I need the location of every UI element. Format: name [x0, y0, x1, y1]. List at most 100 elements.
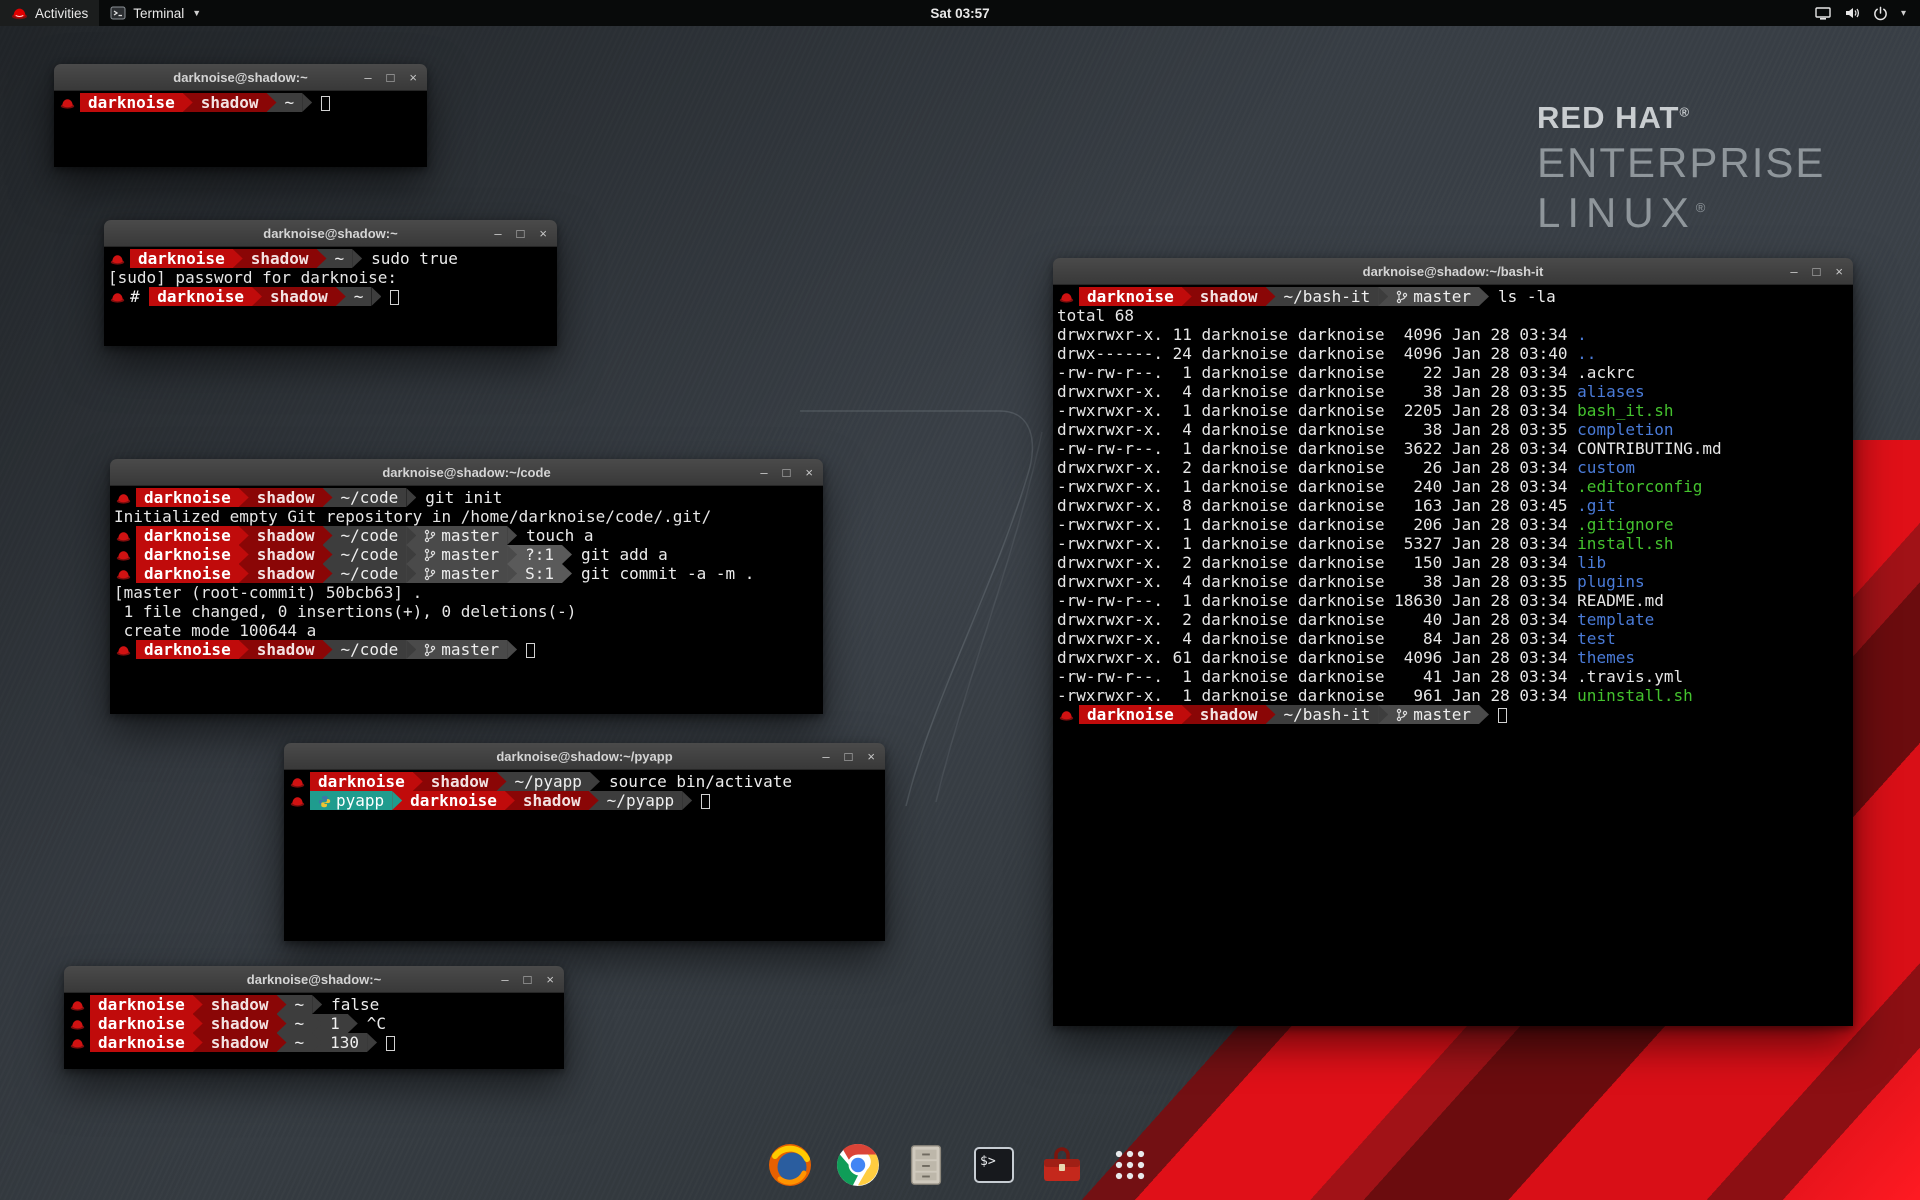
- prompt-segment-user: darknoise: [136, 640, 239, 659]
- system-tray[interactable]: ▾: [1801, 0, 1920, 26]
- svg-text:$>: $>: [980, 1154, 996, 1169]
- dock-chrome-icon[interactable]: [831, 1138, 885, 1192]
- prompt-separator-arrow: [590, 772, 600, 791]
- terminal-body[interactable]: darknoiseshadow~: [54, 91, 427, 167]
- minimize-button[interactable]: –: [1790, 265, 1797, 278]
- prompt-segment-path: ~/code: [333, 640, 407, 659]
- volume-icon[interactable]: [1844, 6, 1860, 20]
- dock-firefox-icon[interactable]: [763, 1138, 817, 1192]
- window-title: darknoise@shadow:~/bash-it: [1363, 264, 1544, 279]
- clock[interactable]: Sat 03:57: [930, 6, 989, 21]
- terminal-output-line: drwxrwxr-x. 8 darknoise darknoise 163 Ja…: [1057, 496, 1849, 515]
- maximize-button[interactable]: □: [1813, 265, 1821, 278]
- terminal-body[interactable]: darknoiseshadow~falsedarknoiseshadow~1^C…: [64, 993, 564, 1069]
- prompt-segment-path: ~/code: [333, 545, 407, 564]
- app-menu-terminal[interactable]: Terminal ▼: [99, 0, 212, 26]
- terminal-body[interactable]: darknoiseshadow~/codegit initInitialized…: [110, 486, 823, 714]
- output-text-dir: themes: [1577, 648, 1635, 667]
- caret-down-icon[interactable]: ▾: [1901, 8, 1906, 19]
- prompt-separator-arrow: [1266, 705, 1276, 724]
- command-text: false: [331, 995, 379, 1014]
- prompt-segment-path: ~/code: [333, 488, 407, 507]
- activities-label: Activities: [35, 6, 88, 21]
- minimize-button[interactable]: –: [364, 71, 371, 84]
- dock-app-grid-icon[interactable]: [1103, 1138, 1157, 1192]
- terminal-output-line: -rwxrwxr-x. 1 darknoise darknoise 206 Ja…: [1057, 515, 1849, 534]
- window-titlebar[interactable]: darknoise@shadow:~–□×: [64, 966, 564, 993]
- branch-icon: [1396, 289, 1408, 308]
- redhat-prompt-icon: [1059, 288, 1074, 307]
- minimize-button[interactable]: –: [822, 750, 829, 763]
- prompt-segment-venv: pyapp: [310, 791, 392, 810]
- minimize-button[interactable]: –: [760, 466, 767, 479]
- prompt-separator-arrow: [193, 995, 203, 1014]
- prompt-segment-user: darknoise: [90, 1014, 193, 1033]
- dock-toolbox-icon[interactable]: [1035, 1138, 1089, 1192]
- window-titlebar[interactable]: darknoise@shadow:~–□×: [104, 220, 557, 247]
- dock-files-icon[interactable]: [899, 1138, 953, 1192]
- prompt-segment-user: darknoise: [136, 564, 239, 583]
- terminal-output-line: drwxrwxr-x. 2 darknoise darknoise 150 Ja…: [1057, 553, 1849, 572]
- prompt-segment-user: darknoise: [80, 93, 183, 112]
- branch-icon: [424, 566, 436, 585]
- terminal-body[interactable]: darknoiseshadow~sudo true[sudo] password…: [104, 247, 557, 346]
- window-titlebar[interactable]: darknoise@shadow:~/code – □ ×: [110, 459, 823, 486]
- maximize-button[interactable]: □: [783, 466, 791, 479]
- minimize-button[interactable]: –: [501, 973, 508, 986]
- prompt-separator-arrow: [352, 249, 362, 268]
- close-button[interactable]: ×: [409, 71, 417, 84]
- brand-linux: LINUX®: [1537, 189, 1825, 237]
- prompt-separator-arrow: [562, 545, 572, 564]
- minimize-button[interactable]: –: [494, 227, 501, 240]
- terminal-body[interactable]: darknoiseshadow~/bash-itmasterls -latota…: [1053, 285, 1853, 1026]
- output-text-plain: -rwxrwxr-x. 1 darknoise darknoise 2205 J…: [1057, 401, 1577, 420]
- terminal-body[interactable]: darknoiseshadow~/pyappsource bin/activat…: [284, 770, 885, 941]
- prompt-segment-path: ~: [327, 249, 353, 268]
- prompt-segment-host: shadow: [515, 791, 589, 810]
- maximize-button[interactable]: □: [845, 750, 853, 763]
- dock-terminal-icon[interactable]: $>: [967, 1138, 1021, 1192]
- prompt-segment-path: ~/code: [333, 564, 407, 583]
- window-titlebar[interactable]: darknoise@shadow:~/bash-it – □ ×: [1053, 258, 1853, 285]
- caret-down-icon: ▼: [192, 8, 201, 18]
- close-button[interactable]: ×: [546, 973, 554, 986]
- close-button[interactable]: ×: [805, 466, 813, 479]
- close-button[interactable]: ×: [1835, 265, 1843, 278]
- activities-button[interactable]: Activities: [0, 0, 99, 26]
- output-text-dir: .git: [1577, 496, 1616, 515]
- output-text-plain: -rw-rw-r--. 1 darknoise darknoise 3622 J…: [1057, 439, 1577, 458]
- redhat-prompt-icon: [290, 792, 305, 811]
- prompt-separator-arrow: [233, 249, 243, 268]
- output-text-dir: plugins: [1577, 572, 1644, 591]
- prompt-separator-arrow: [239, 545, 249, 564]
- prompt-separator-arrow: [277, 1014, 287, 1033]
- python-icon: [318, 793, 331, 812]
- maximize-button[interactable]: □: [517, 227, 525, 240]
- prompt-separator-arrow: [323, 564, 333, 583]
- close-button[interactable]: ×: [539, 227, 547, 240]
- prompt-separator-arrow: [239, 640, 249, 659]
- prompt-separator-arrow: [1479, 705, 1489, 724]
- prompt-separator-arrow: [507, 545, 517, 564]
- prompt-separator-arrow: [193, 1014, 203, 1033]
- redhat-prompt-icon: [116, 489, 131, 508]
- maximize-button[interactable]: □: [387, 71, 395, 84]
- terminal-output-line: -rw-rw-r--. 1 darknoise darknoise 3622 J…: [1057, 439, 1849, 458]
- terminal-output-line: -rw-rw-r--. 1 darknoise darknoise 41 Jan…: [1057, 667, 1849, 686]
- window-title: darknoise@shadow:~: [173, 70, 307, 85]
- prompt-separator-arrow: [239, 564, 249, 583]
- maximize-button[interactable]: □: [524, 973, 532, 986]
- terminal-window: darknoise@shadow:~/pyapp–□×darknoiseshad…: [284, 743, 885, 941]
- prompt-separator-arrow: [317, 249, 327, 268]
- terminal-output-line: -rwxrwxr-x. 1 darknoise darknoise 2205 J…: [1057, 401, 1849, 420]
- window-title: darknoise@shadow:~/code: [382, 465, 550, 480]
- terminal-prompt-line: darknoiseshadow~sudo true: [108, 249, 553, 268]
- window-titlebar[interactable]: darknoise@shadow:~ – □ ×: [54, 64, 427, 91]
- display-icon[interactable]: [1815, 6, 1831, 21]
- close-button[interactable]: ×: [867, 750, 875, 763]
- power-icon[interactable]: [1873, 6, 1888, 21]
- prompt-segment-path: ~: [287, 1014, 313, 1033]
- window-titlebar[interactable]: darknoise@shadow:~/pyapp–□×: [284, 743, 885, 770]
- terminal-prompt-line: darknoiseshadow~/bash-itmasterls -la: [1057, 287, 1849, 306]
- terminal-cursor: [526, 643, 535, 658]
